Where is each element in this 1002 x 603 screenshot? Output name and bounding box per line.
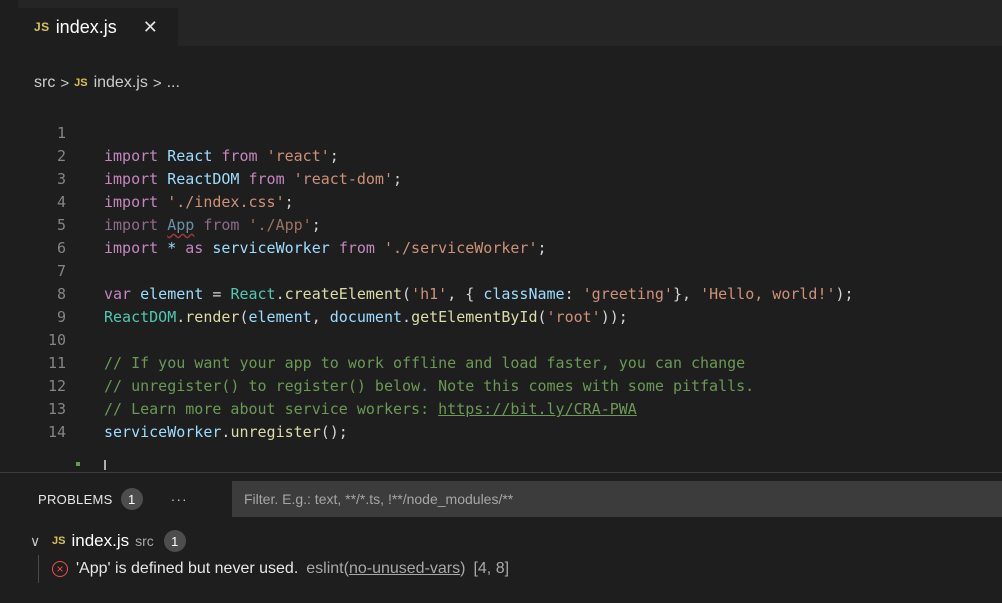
editor-tab-bar: JS index.js ✕ xyxy=(0,0,1002,46)
line-number: 14 xyxy=(47,423,66,441)
tab-index-js[interactable]: JS index.js ✕ xyxy=(18,8,178,46)
javascript-file-icon: JS xyxy=(52,535,66,547)
tab-problems[interactable]: PROBLEMS xyxy=(38,492,113,507)
code-line: 6 xyxy=(0,214,1002,257)
breadcrumb-separator-icon: > xyxy=(60,74,70,92)
breadcrumb-folder[interactable]: src xyxy=(34,74,55,92)
problems-filter-input[interactable] xyxy=(232,481,1002,517)
gutter-change-marker xyxy=(76,462,80,466)
breadcrumb-symbols[interactable]: ... xyxy=(167,74,180,92)
code-line: 8 ReactDOM.render(element, document.getE… xyxy=(0,260,1002,326)
problems-count-badge: 1 xyxy=(120,488,143,510)
problem-file-dir: src xyxy=(135,533,154,549)
chevron-down-icon[interactable]: ∨ xyxy=(30,533,48,550)
code-line: 1 import React from 'react'; xyxy=(0,99,1002,165)
problem-message: 'App' is defined but never used. xyxy=(76,560,299,577)
breadcrumb: src > JS index.js > ... xyxy=(34,71,180,95)
breadcrumb-file[interactable]: index.js xyxy=(94,74,148,92)
code-line: 10 // If you want your app to work offli… xyxy=(0,306,1002,372)
error-icon: × xyxy=(52,561,68,577)
code-line: 9 xyxy=(0,283,1002,326)
panel-tabs: PROBLEMS 1 ··· xyxy=(38,487,188,511)
code-text: serviceWorker.unregister(); xyxy=(104,423,348,441)
problem-file-name: index.js xyxy=(71,531,130,550)
javascript-file-icon: JS xyxy=(74,77,88,89)
code-line: 4 import App from './App'; xyxy=(0,168,1002,234)
file-problem-count-badge: 1 xyxy=(163,530,186,552)
code-line: 13 serviceWorker.unregister(); xyxy=(0,375,1002,441)
breadcrumb-separator-icon: > xyxy=(152,74,162,92)
code-line: 14 xyxy=(0,398,1002,441)
close-tab-icon[interactable]: ✕ xyxy=(143,18,158,36)
code-editor[interactable]: 1 import React from 'react'; 2 import Re… xyxy=(0,99,1002,441)
text-cursor xyxy=(104,460,106,470)
problems-panel: PROBLEMS 1 ··· ∨ JS index.js src 1 × 'Ap… xyxy=(0,472,1002,603)
code-line: 12 // Learn more about service workers: … xyxy=(0,352,1002,418)
more-actions-icon[interactable]: ··· xyxy=(171,491,188,507)
problem-file-group[interactable]: ∨ JS index.js src 1 xyxy=(30,529,186,553)
tab-bar-edge xyxy=(0,0,18,46)
code-line: 11 // unregister() to register() below. … xyxy=(0,329,1002,395)
problem-item[interactable]: × 'App' is defined but never used. eslin… xyxy=(38,557,998,581)
tab-label: index.js xyxy=(55,16,117,37)
code-line: 2 import ReactDOM from 'react-dom'; xyxy=(0,122,1002,188)
javascript-file-icon: JS xyxy=(34,20,50,34)
code-line: 5 import * as serviceWorker from './serv… xyxy=(0,191,1002,257)
problem-location: [4, 8] xyxy=(473,560,510,577)
code-line: 3 import './index.css'; xyxy=(0,145,1002,211)
rule-link[interactable]: no-unused-vars xyxy=(349,560,460,577)
code-line: 7 var element = React.createElement('h1'… xyxy=(0,237,1002,303)
problem-source: eslint(no-unused-vars) xyxy=(306,560,466,577)
